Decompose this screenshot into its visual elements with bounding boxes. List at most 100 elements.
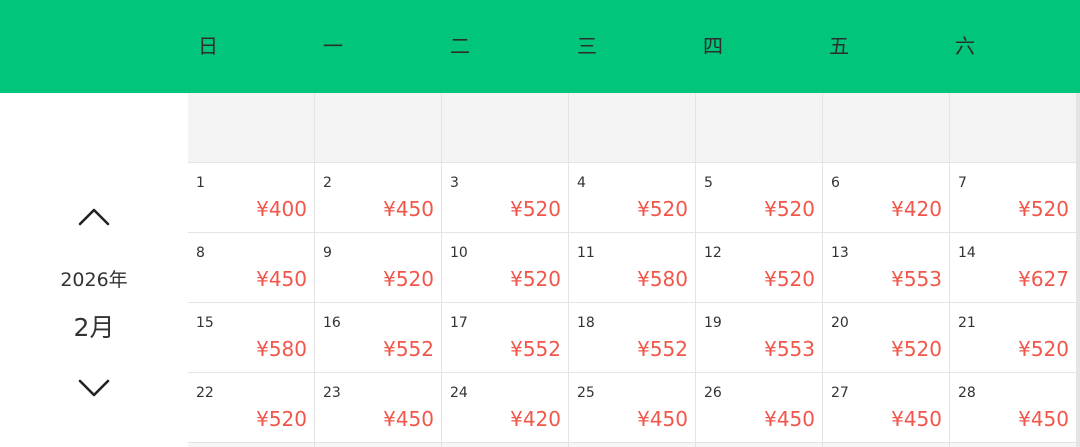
day-cell-thu[interactable]: 12 ¥520 — [696, 233, 822, 302]
day-number: 17 — [450, 315, 468, 331]
day-cell-tue[interactable]: 10 ¥520 — [442, 233, 568, 302]
month-label: 2月 — [73, 313, 115, 342]
day-number: 10 — [450, 245, 468, 261]
day-number: 4 — [577, 175, 586, 191]
day-cell-mon[interactable]: 16 ¥552 — [315, 303, 441, 372]
empty-day-cell — [950, 93, 1076, 162]
day-number: 22 — [196, 385, 214, 401]
day-number: 9 — [323, 245, 332, 261]
next-week-cell — [442, 443, 568, 447]
day-price: ¥520 — [764, 197, 815, 221]
day-number: 3 — [450, 175, 459, 191]
day-price: ¥553 — [764, 337, 815, 361]
day-cell-sun[interactable]: 22 ¥520 — [188, 373, 314, 442]
calendar-grid: 1 ¥400 2 ¥450 3 ¥520 4 ¥520 5 ¥520 6 ¥420 7 ¥520 8 ¥450… — [188, 93, 1080, 447]
day-cell-tue[interactable]: 24 ¥420 — [442, 373, 568, 442]
next-week-cell — [315, 443, 441, 447]
day-number: 11 — [577, 245, 595, 261]
day-number: 27 — [831, 385, 849, 401]
day-cell-mon[interactable]: 23 ¥450 — [315, 373, 441, 442]
day-cell-sun[interactable]: 1 ¥400 — [188, 163, 314, 232]
day-cell-wed[interactable]: 25 ¥450 — [569, 373, 695, 442]
day-number: 18 — [577, 315, 595, 331]
day-cell-fri[interactable]: 6 ¥420 — [823, 163, 949, 232]
day-number: 2 — [323, 175, 332, 191]
day-number: 23 — [323, 385, 341, 401]
day-price: ¥520 — [256, 407, 307, 431]
day-price: ¥450 — [764, 407, 815, 431]
day-cell-mon[interactable]: 2 ¥450 — [315, 163, 441, 232]
day-price: ¥580 — [256, 337, 307, 361]
day-price: ¥450 — [383, 197, 434, 221]
day-number: 7 — [958, 175, 967, 191]
day-price: ¥520 — [1018, 337, 1069, 361]
day-cell-sat[interactable]: 14 ¥627 — [950, 233, 1076, 302]
chevron-up-icon — [78, 208, 110, 226]
day-price: ¥420 — [891, 197, 942, 221]
weekday-header: 日 一 二 三 四 五 六 — [0, 0, 1080, 93]
day-number: 28 — [958, 385, 976, 401]
empty-day-cell — [569, 93, 695, 162]
day-number: 15 — [196, 315, 214, 331]
day-cell-sun[interactable]: 15 ¥580 — [188, 303, 314, 372]
weekday-fri: 五 — [829, 34, 849, 58]
empty-day-cell — [696, 93, 822, 162]
day-price: ¥420 — [510, 407, 561, 431]
day-price: ¥553 — [891, 267, 942, 291]
day-cell-wed[interactable]: 4 ¥520 — [569, 163, 695, 232]
day-number: 16 — [323, 315, 341, 331]
month-navigator: 2026年 2月 — [0, 93, 188, 447]
day-cell-thu[interactable]: 19 ¥553 — [696, 303, 822, 372]
day-number: 5 — [704, 175, 713, 191]
empty-day-cell — [442, 93, 568, 162]
next-month-button[interactable] — [74, 372, 114, 404]
weekday-thu: 四 — [703, 34, 723, 58]
day-number: 13 — [831, 245, 849, 261]
day-number: 1 — [196, 175, 205, 191]
day-number: 8 — [196, 245, 205, 261]
day-number: 12 — [704, 245, 722, 261]
day-cell-tue[interactable]: 17 ¥552 — [442, 303, 568, 372]
day-price: ¥627 — [1018, 267, 1069, 291]
day-number: 6 — [831, 175, 840, 191]
weekday-wed: 三 — [577, 34, 597, 58]
day-cell-fri[interactable]: 20 ¥520 — [823, 303, 949, 372]
day-cell-mon[interactable]: 9 ¥520 — [315, 233, 441, 302]
next-week-cell — [823, 443, 949, 447]
day-cell-wed[interactable]: 11 ¥580 — [569, 233, 695, 302]
day-price: ¥520 — [510, 267, 561, 291]
day-price: ¥450 — [891, 407, 942, 431]
day-price: ¥552 — [383, 337, 434, 361]
year-label: 2026年 — [60, 269, 128, 291]
day-price: ¥580 — [637, 267, 688, 291]
day-number: 26 — [704, 385, 722, 401]
chevron-down-icon — [78, 379, 110, 397]
weekday-tue: 二 — [450, 34, 470, 58]
day-cell-thu[interactable]: 5 ¥520 — [696, 163, 822, 232]
empty-day-cell — [823, 93, 949, 162]
weekday-mon: 一 — [323, 34, 343, 58]
day-number: 24 — [450, 385, 468, 401]
day-cell-fri[interactable]: 27 ¥450 — [823, 373, 949, 442]
day-price: ¥520 — [1018, 197, 1069, 221]
day-price: ¥400 — [256, 197, 307, 221]
day-price: ¥450 — [256, 267, 307, 291]
day-cell-thu[interactable]: 26 ¥450 — [696, 373, 822, 442]
day-price: ¥520 — [510, 197, 561, 221]
day-number: 25 — [577, 385, 595, 401]
prev-month-button[interactable] — [74, 201, 114, 233]
day-cell-sat[interactable]: 7 ¥520 — [950, 163, 1076, 232]
day-price: ¥450 — [1018, 407, 1069, 431]
day-number: 14 — [958, 245, 976, 261]
weekday-sun: 日 — [198, 34, 218, 58]
day-cell-sun[interactable]: 8 ¥450 — [188, 233, 314, 302]
next-week-cell — [696, 443, 822, 447]
day-cell-sat[interactable]: 21 ¥520 — [950, 303, 1076, 372]
day-cell-sat[interactable]: 28 ¥450 — [950, 373, 1076, 442]
day-number: 20 — [831, 315, 849, 331]
day-cell-tue[interactable]: 3 ¥520 — [442, 163, 568, 232]
day-cell-wed[interactable]: 18 ¥552 — [569, 303, 695, 372]
day-price: ¥552 — [637, 337, 688, 361]
day-cell-fri[interactable]: 13 ¥553 — [823, 233, 949, 302]
day-price: ¥520 — [637, 197, 688, 221]
